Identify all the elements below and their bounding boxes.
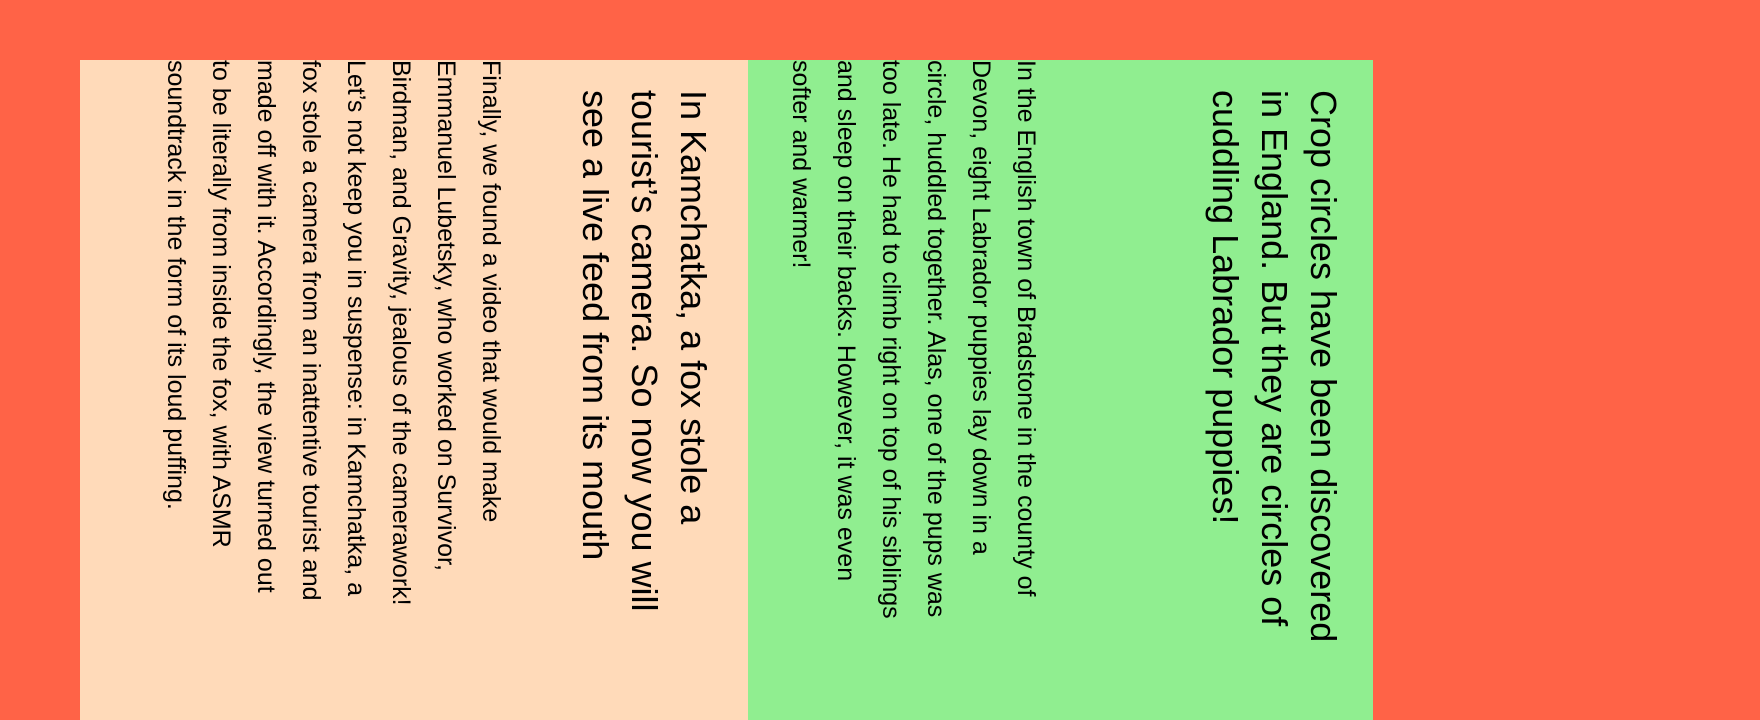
labrador-puppies-article-card: Crop circles have been discovered in Eng… — [748, 60, 1373, 720]
labrador-puppies-headline: Crop circles have been discovered in Eng… — [1205, 90, 1344, 643]
page-canvas: In Kamchatka, a fox stole a tourist’s ca… — [0, 0, 1760, 720]
fox-camera-headline: In Kamchatka, a fox stole a tourist’s ca… — [575, 90, 714, 612]
fox-camera-article-card: In Kamchatka, a fox stole a tourist’s ca… — [80, 60, 748, 720]
labrador-puppies-body-text: In the English town of Bradstone in the … — [787, 60, 1040, 619]
fox-camera-body-text: Finally, we found a video that would mak… — [162, 60, 505, 606]
